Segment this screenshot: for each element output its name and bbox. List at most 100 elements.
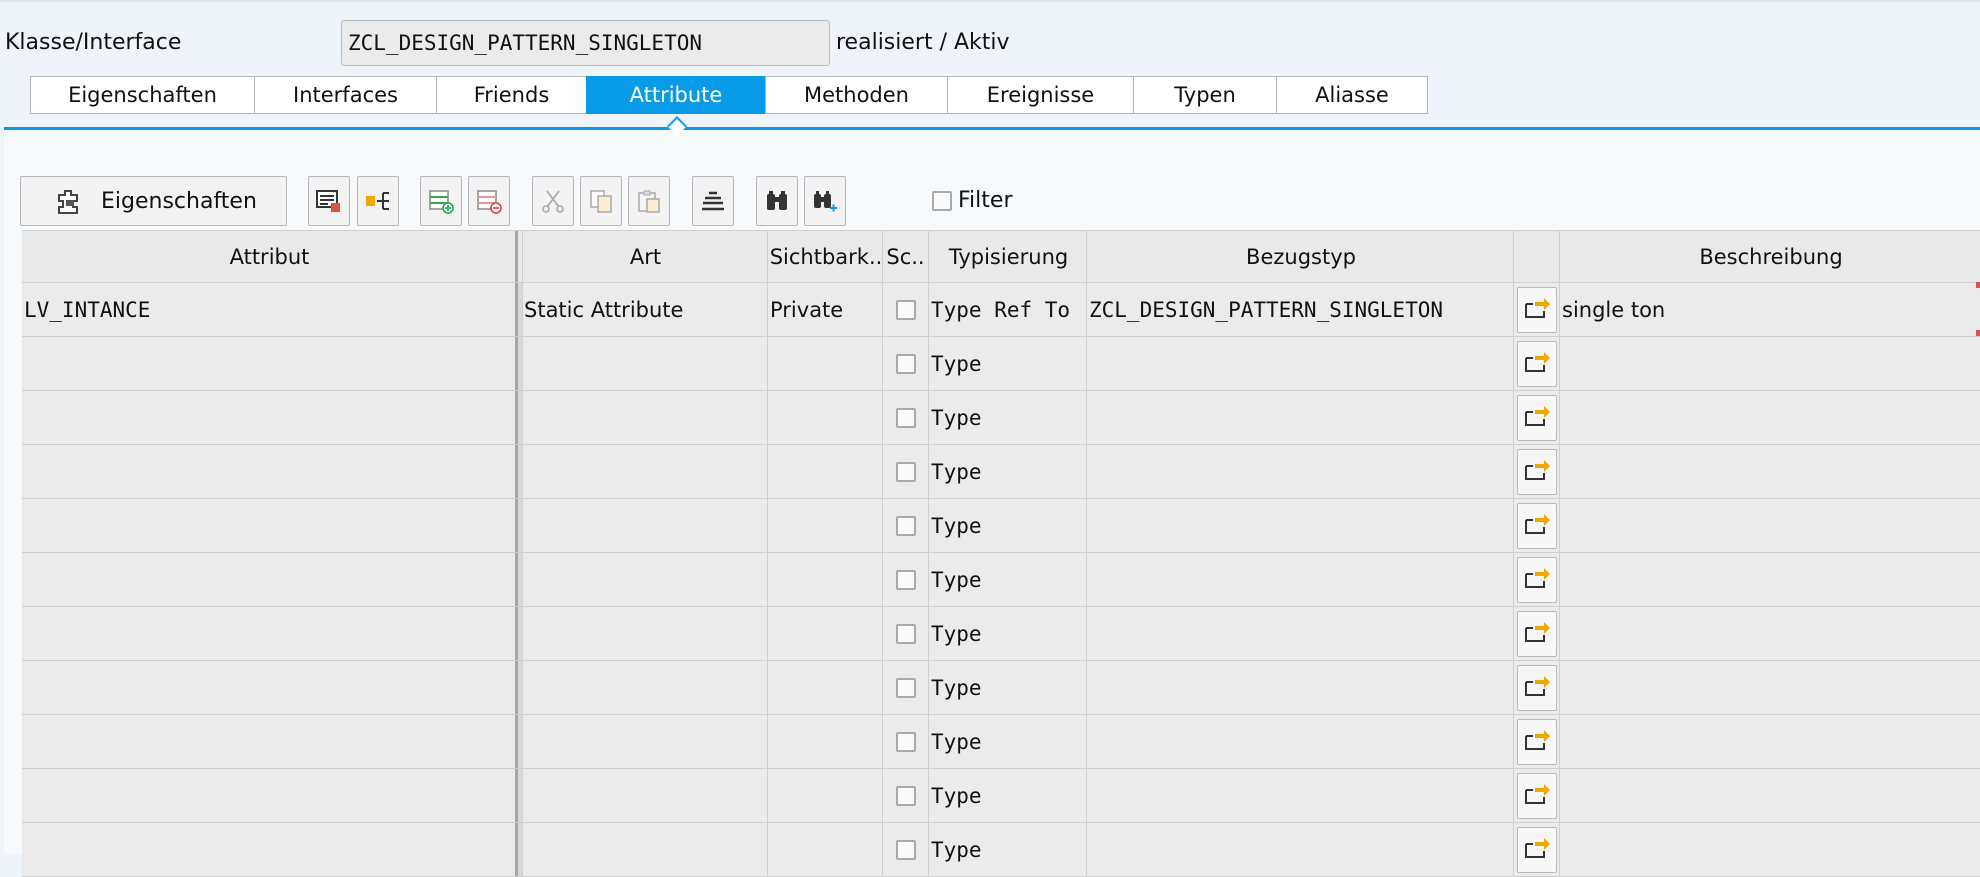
static-checkbox[interactable] <box>895 299 916 320</box>
cell-typisierung[interactable]: Type <box>929 391 1087 444</box>
table-row[interactable]: Type <box>22 607 1980 661</box>
cell-attribut[interactable] <box>22 769 518 822</box>
cell-typisierung[interactable]: Type <box>929 715 1087 768</box>
cell-beschreibung[interactable] <box>1560 499 1980 552</box>
cell-typisierung[interactable]: Type <box>929 607 1087 660</box>
table-row[interactable]: Type <box>22 337 1980 391</box>
cell-art[interactable] <box>523 553 768 606</box>
cell-bezugstyp[interactable] <box>1087 661 1514 714</box>
class-name-field[interactable]: ZCL_DESIGN_PATTERN_SINGLETON <box>341 20 830 66</box>
find-button[interactable] <box>756 176 798 226</box>
static-checkbox[interactable] <box>895 623 916 644</box>
static-checkbox[interactable] <box>895 515 916 536</box>
cell-beschreibung[interactable] <box>1560 823 1980 876</box>
table-row[interactable]: Type <box>22 391 1980 445</box>
cell-bezugstyp[interactable] <box>1087 553 1514 606</box>
cell-sichtbarkeit[interactable] <box>768 445 883 498</box>
cell-art[interactable] <box>523 607 768 660</box>
cell-sichtbarkeit[interactable]: Private <box>768 283 883 336</box>
navigate-to-type-button[interactable] <box>1516 826 1557 873</box>
table-row[interactable]: Type <box>22 661 1980 715</box>
cell-bezugstyp[interactable] <box>1087 391 1514 444</box>
column-header-beschreibung[interactable]: Beschreibung <box>1560 231 1980 282</box>
cell-beschreibung[interactable] <box>1560 769 1980 822</box>
column-header-navigate[interactable] <box>1514 231 1560 282</box>
cell-art[interactable] <box>523 337 768 390</box>
column-header-typisierung[interactable]: Typisierung <box>929 231 1087 282</box>
column-header-bezugstyp[interactable]: Bezugstyp <box>1087 231 1514 282</box>
cell-attribut[interactable] <box>22 499 518 552</box>
cell-bezugstyp[interactable] <box>1087 715 1514 768</box>
cell-attribut[interactable] <box>22 445 518 498</box>
navigate-to-type-button[interactable] <box>1516 394 1557 441</box>
static-checkbox[interactable] <box>895 731 916 752</box>
cell-bezugstyp[interactable] <box>1087 607 1514 660</box>
navigate-to-type-button[interactable] <box>1516 556 1557 603</box>
column-header-art[interactable]: Art <box>523 231 768 282</box>
find-next-button[interactable] <box>804 176 846 226</box>
cell-beschreibung[interactable] <box>1560 337 1980 390</box>
static-checkbox[interactable] <box>895 677 916 698</box>
cell-art[interactable]: Static Attribute <box>523 283 768 336</box>
cell-art[interactable] <box>523 823 768 876</box>
cell-art[interactable] <box>523 391 768 444</box>
table-row[interactable]: Type <box>22 769 1980 823</box>
align-button[interactable] <box>692 176 734 226</box>
tab-ereignisse[interactable]: Ereignisse <box>947 76 1133 114</box>
cell-sichtbarkeit[interactable] <box>768 823 883 876</box>
cut-button[interactable] <box>532 176 574 226</box>
cell-attribut[interactable] <box>22 337 518 390</box>
cell-beschreibung[interactable]: single ton <box>1560 283 1980 336</box>
delete-row-button[interactable] <box>468 176 510 226</box>
insert-row-button[interactable] <box>420 176 462 226</box>
static-checkbox[interactable] <box>895 569 916 590</box>
column-header-attribut[interactable]: Attribut <box>22 231 518 282</box>
cell-sichtbarkeit[interactable] <box>768 553 883 606</box>
cell-sichtbarkeit[interactable] <box>768 661 883 714</box>
navigate-to-type-button[interactable] <box>1516 664 1557 711</box>
cell-bezugstyp[interactable] <box>1087 769 1514 822</box>
cell-typisierung[interactable]: Type <box>929 499 1087 552</box>
detail-view-button[interactable] <box>308 176 350 226</box>
cell-art[interactable] <box>523 769 768 822</box>
filter-checkbox[interactable] <box>932 190 952 211</box>
cell-attribut[interactable] <box>22 553 518 606</box>
navigate-to-type-button[interactable] <box>1516 340 1557 387</box>
table-row[interactable]: LV_INTANCE Static Attribute Private Type… <box>22 283 1980 337</box>
cell-typisierung[interactable]: Type <box>929 823 1087 876</box>
navigate-to-type-button[interactable] <box>1516 502 1557 549</box>
cell-bezugstyp[interactable] <box>1087 445 1514 498</box>
properties-button[interactable]: Eigenschaften <box>20 176 287 226</box>
navigate-to-type-button[interactable] <box>1516 772 1557 819</box>
static-checkbox[interactable] <box>895 407 916 428</box>
navigate-to-type-button[interactable] <box>1516 718 1557 765</box>
cell-attribut[interactable] <box>22 715 518 768</box>
cell-beschreibung[interactable] <box>1560 553 1980 606</box>
tab-aliasse[interactable]: Aliasse <box>1276 76 1428 114</box>
navigate-to-type-button[interactable] <box>1516 448 1557 495</box>
static-checkbox[interactable] <box>895 353 916 374</box>
tab-typen[interactable]: Typen <box>1133 76 1276 114</box>
cell-sichtbarkeit[interactable] <box>768 499 883 552</box>
cell-attribut[interactable] <box>22 391 518 444</box>
table-row[interactable]: Type <box>22 823 1980 877</box>
cell-typisierung[interactable]: Type <box>929 661 1087 714</box>
navigate-to-type-button[interactable] <box>1516 610 1557 657</box>
navigate-button[interactable] <box>357 176 399 226</box>
cell-typisierung[interactable]: Type <box>929 445 1087 498</box>
navigate-to-type-button[interactable] <box>1516 286 1557 333</box>
cell-art[interactable] <box>523 445 768 498</box>
cell-attribut[interactable]: LV_INTANCE <box>22 283 518 336</box>
cell-beschreibung[interactable] <box>1560 607 1980 660</box>
cell-bezugstyp[interactable] <box>1087 823 1514 876</box>
cell-beschreibung[interactable] <box>1560 445 1980 498</box>
static-checkbox[interactable] <box>895 461 916 482</box>
table-row[interactable]: Type <box>22 445 1980 499</box>
table-row[interactable]: Type <box>22 499 1980 553</box>
filter-toggle[interactable]: Filter <box>932 188 1012 213</box>
cell-sichtbarkeit[interactable] <box>768 391 883 444</box>
cell-sichtbarkeit[interactable] <box>768 607 883 660</box>
cell-typisierung[interactable]: Type <box>929 553 1087 606</box>
tab-eigenschaften[interactable]: Eigenschaften <box>30 76 254 114</box>
column-header-sichtbarkeit[interactable]: Sichtbark.. <box>768 231 883 282</box>
